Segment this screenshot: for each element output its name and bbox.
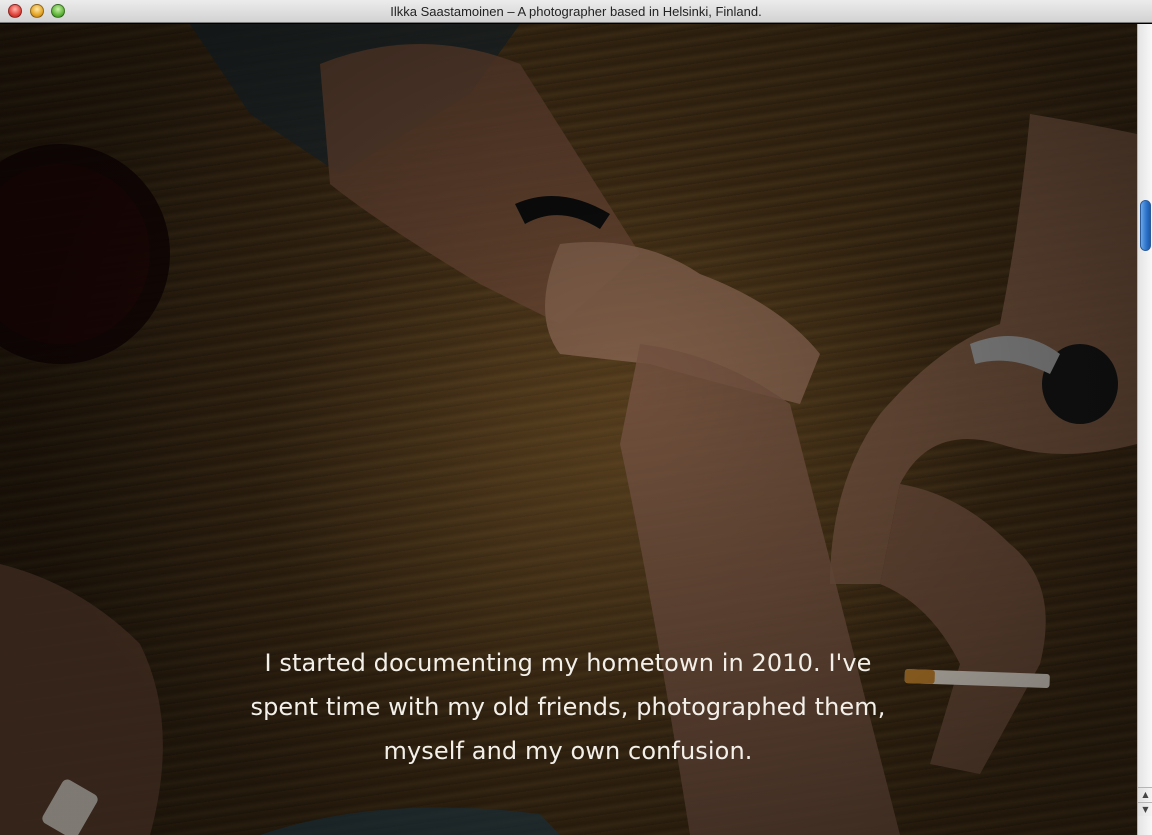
browser-window: Ilkka Saastamoinen – A photographer base… bbox=[0, 0, 1152, 835]
title-bar: Ilkka Saastamoinen – A photographer base… bbox=[0, 0, 1152, 23]
hero-caption: I started documenting my hometown in 201… bbox=[250, 649, 886, 765]
scrollbar-thumb[interactable] bbox=[1140, 200, 1151, 251]
vertical-scrollbar[interactable]: ▲ ▼ bbox=[1137, 24, 1152, 835]
window-title: Ilkka Saastamoinen – A photographer base… bbox=[390, 4, 762, 19]
scroll-down-arrow-icon[interactable]: ▼ bbox=[1138, 802, 1152, 816]
page-viewport: I started documenting my hometown in 201… bbox=[0, 24, 1137, 835]
scroll-up-arrow-icon[interactable]: ▲ bbox=[1138, 787, 1152, 801]
